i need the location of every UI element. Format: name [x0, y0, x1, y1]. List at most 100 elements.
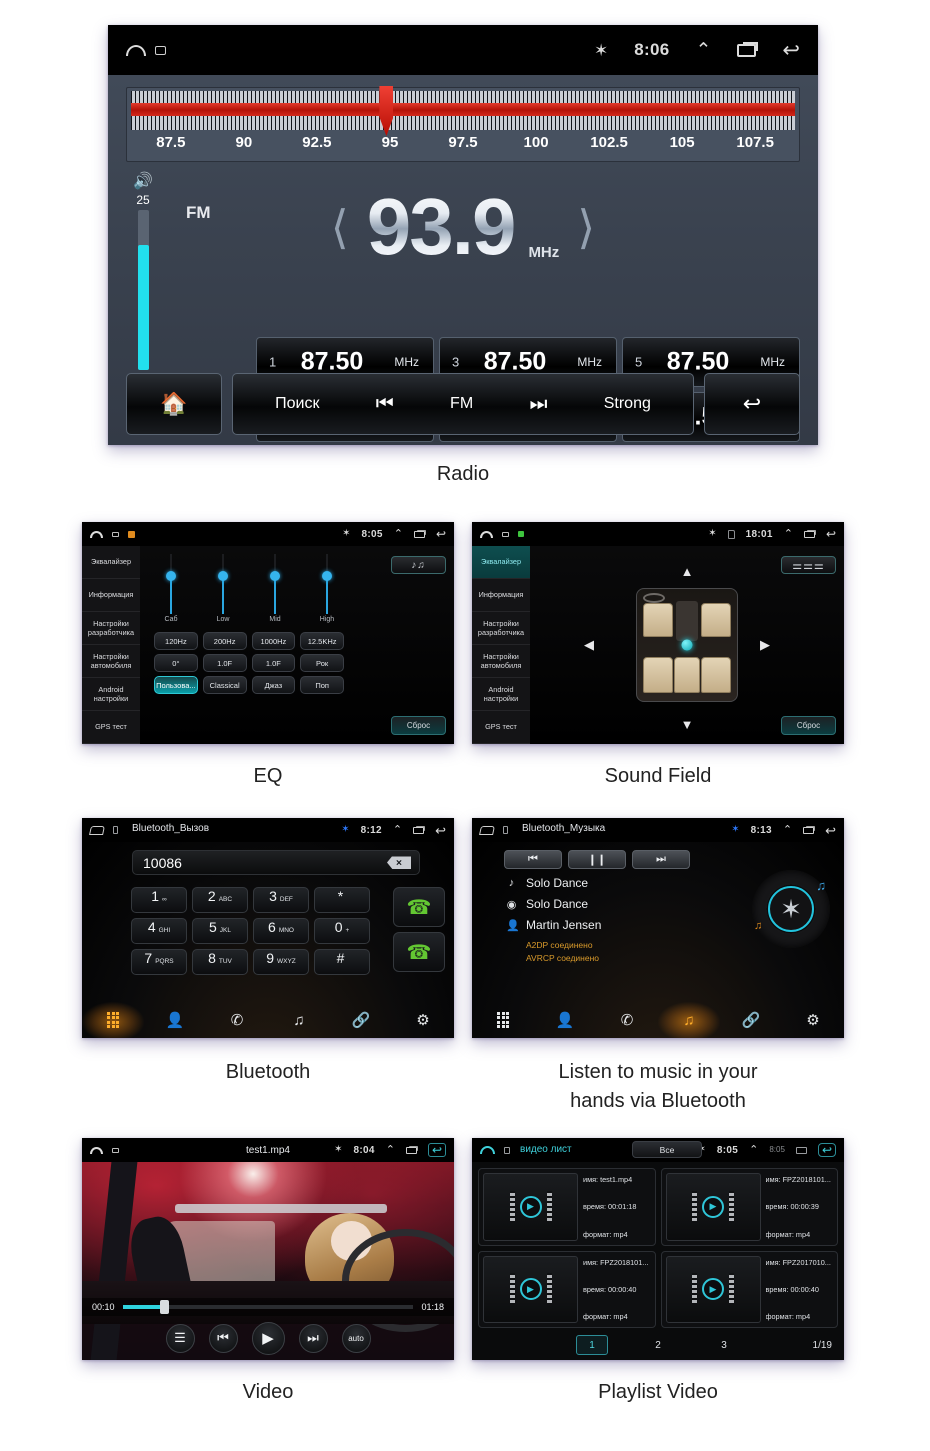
dialpad-key-6[interactable]: 6 MNO: [253, 918, 309, 944]
back-icon[interactable]: ↩: [435, 824, 446, 837]
home-icon[interactable]: [480, 530, 493, 538]
dialpad-icon[interactable]: [472, 1002, 534, 1038]
playlist-item[interactable]: ▶ имя: FPZ2017010... время: 00:00:40 формат…: [660, 1250, 838, 1328]
chevron-up-icon[interactable]: ⌃: [749, 1144, 758, 1156]
eq-option[interactable]: Classical: [202, 676, 247, 694]
slider-knob[interactable]: [270, 571, 280, 581]
video-play-button[interactable]: ▶: [251, 1321, 285, 1355]
video-auto-button[interactable]: auto: [341, 1323, 371, 1353]
call-history-icon[interactable]: ✆: [206, 1002, 268, 1038]
sidebar-item-2[interactable]: Настройки разработчика: [472, 612, 530, 645]
reset-button[interactable]: Сброс: [391, 716, 446, 735]
video-thumbnail[interactable]: ▶: [483, 1255, 578, 1323]
video-surface[interactable]: 00:10 01:18 ☰ ⏮ ▶ ⏭ auto: [82, 1162, 454, 1360]
back-icon[interactable]: ↩: [436, 528, 446, 540]
sidebar-item-2[interactable]: Настройки разработчика: [82, 612, 140, 645]
skip-forward-icon[interactable]: ⏭: [529, 393, 547, 416]
dialpad-icon[interactable]: [82, 1002, 144, 1038]
page-button-2[interactable]: 2: [642, 1335, 674, 1355]
skip-back-icon[interactable]: ⏮: [376, 393, 394, 416]
back-icon[interactable]: ↩: [825, 824, 836, 837]
home-icon[interactable]: [480, 1146, 495, 1154]
eq-slider[interactable]: Саб: [154, 554, 188, 626]
page-button-1[interactable]: 1: [576, 1335, 608, 1355]
pause-button[interactable]: ❙❙: [568, 850, 626, 869]
slider-knob[interactable]: [166, 571, 176, 581]
home-button[interactable]: 🏠: [126, 373, 222, 435]
screenshot-icon[interactable]: [112, 531, 119, 537]
eq-option[interactable]: 1.0F: [202, 654, 247, 672]
sidebar-item-4[interactable]: Android настройки: [472, 678, 530, 711]
home-icon[interactable]: [89, 825, 105, 835]
sidebar-item-5[interactable]: GPS тест: [472, 711, 530, 744]
slider-knob[interactable]: [322, 571, 332, 581]
sidebar-item-0[interactable]: Эквалайзер: [82, 546, 140, 579]
home-icon[interactable]: [479, 825, 495, 835]
sidebar-item-3[interactable]: Настройки автомобиля: [82, 645, 140, 678]
chevron-left-icon[interactable]: ⟨: [331, 204, 349, 250]
video-next-button[interactable]: ⏭: [298, 1323, 328, 1353]
chevron-up-icon[interactable]: ⌃: [783, 824, 792, 836]
screenshot-icon[interactable]: [502, 531, 509, 537]
video-prev-button[interactable]: ⏮: [208, 1323, 238, 1353]
chevron-up-icon[interactable]: ⌃: [394, 528, 403, 540]
video-equalizer-button[interactable]: ☰: [165, 1323, 195, 1353]
seek-bar[interactable]: [122, 1300, 414, 1314]
dialpad-key-#[interactable]: #: [314, 949, 370, 975]
call-end-button[interactable]: ☎: [393, 932, 445, 972]
backspace-icon[interactable]: ✕: [387, 856, 411, 869]
chevron-up-icon[interactable]: ⌃: [784, 528, 793, 540]
back-icon[interactable]: ↩: [826, 528, 836, 540]
dialpad-key-5[interactable]: 5 JKL: [192, 918, 248, 944]
dialpad-key-3[interactable]: 3 DEF: [253, 887, 309, 913]
call-answer-button[interactable]: ☎: [393, 887, 445, 927]
arrow-down-icon[interactable]: ▼: [681, 717, 694, 732]
home-icon[interactable]: [126, 44, 146, 56]
contacts-icon[interactable]: 👤: [144, 1002, 206, 1038]
recents-icon[interactable]: [803, 530, 815, 538]
settings-icon[interactable]: ⚙: [782, 1002, 844, 1038]
eq-option[interactable]: 1000Hz: [251, 632, 296, 650]
reset-button[interactable]: Сброс: [781, 716, 836, 735]
eq-option[interactable]: 200Hz: [202, 632, 247, 650]
sound-position-dot[interactable]: [681, 639, 693, 651]
frequency-tuner[interactable]: 87.5 90 92.5 95 97.5 100 102.5 105 107.5: [126, 86, 800, 162]
back-icon[interactable]: ↩: [782, 40, 800, 61]
eq-slider[interactable]: High: [310, 554, 344, 626]
link-icon[interactable]: 🔗: [330, 1002, 392, 1038]
eq-slider[interactable]: Low: [206, 554, 240, 626]
eq-option[interactable]: Джаз: [251, 676, 296, 694]
strong-label[interactable]: Strong: [604, 395, 651, 413]
link-icon[interactable]: 🔗: [720, 1002, 782, 1038]
sidebar-item-5[interactable]: GPS тест: [82, 711, 140, 744]
chevron-right-icon[interactable]: ⟩: [577, 204, 595, 250]
dialpad-key-2[interactable]: 2 ABC: [192, 887, 248, 913]
filter-all-button[interactable]: Все: [632, 1141, 702, 1158]
recents-icon[interactable]: [803, 826, 815, 834]
sidebar-item-4[interactable]: Android настройки: [82, 678, 140, 711]
video-thumbnail[interactable]: ▶: [665, 1173, 761, 1241]
eq-option[interactable]: 1.0F: [251, 654, 296, 672]
screenshot-icon[interactable]: [155, 45, 166, 55]
next-track-button[interactable]: ⏭: [632, 850, 690, 869]
band-label[interactable]: FM: [450, 395, 473, 413]
eq-option[interactable]: 120Hz: [154, 632, 198, 650]
playlist-item[interactable]: ▶ имя: FPZ2018101... время: 00:00:40 формат…: [478, 1250, 656, 1328]
eq-option[interactable]: Поп: [300, 676, 344, 694]
eq-slider[interactable]: Mid: [258, 554, 292, 626]
dialpad-key-4[interactable]: 4 GHI: [131, 918, 187, 944]
recents-icon[interactable]: [413, 826, 425, 834]
chevron-up-icon[interactable]: ⌃: [695, 41, 711, 60]
settings-icon[interactable]: ⚙: [392, 1002, 454, 1038]
arrow-up-icon[interactable]: ▲: [681, 564, 694, 579]
sound-field-pad[interactable]: ▲ ▼ ◀ ▶: [530, 546, 844, 744]
dialpad-key-*[interactable]: *: [314, 887, 370, 913]
slider-knob[interactable]: [218, 571, 228, 581]
phone-number-input[interactable]: 10086 ✕: [132, 850, 420, 875]
dialpad-key-0[interactable]: 0 +: [314, 918, 370, 944]
prev-track-button[interactable]: ⏮: [504, 850, 562, 869]
dialpad-key-9[interactable]: 9 WXYZ: [253, 949, 309, 975]
car-cabin-diagram[interactable]: [636, 588, 738, 702]
recents-icon[interactable]: [795, 1146, 807, 1154]
recents-icon[interactable]: [413, 530, 425, 538]
